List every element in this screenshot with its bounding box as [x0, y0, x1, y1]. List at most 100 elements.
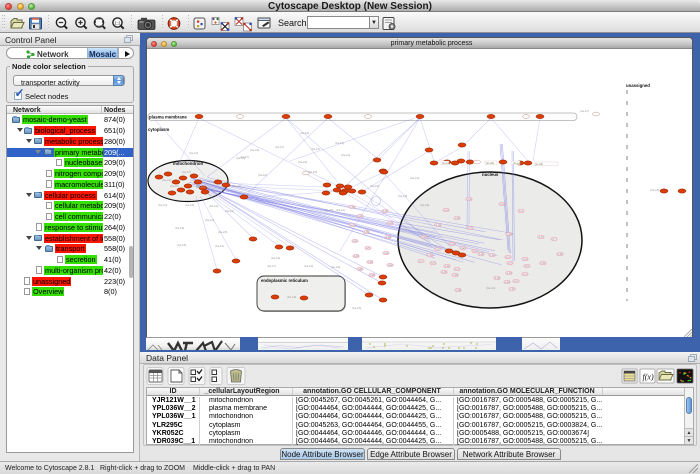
- svg-text:plasma membrane: plasma membrane: [149, 115, 187, 120]
- svg-text:(ra8): (ra8): [358, 268, 363, 271]
- svg-text:(tv6): (tv6): [431, 262, 436, 265]
- svg-text:(ra4): (ra4): [450, 243, 455, 246]
- svg-text:(Ld6): (Ld6): [368, 261, 374, 264]
- svg-text:(Ca-m6): (Ca-m6): [331, 266, 340, 269]
- svg-text:(tv6): (tv6): [468, 227, 473, 230]
- svg-text:(Ca-m4): (Ca-m4): [209, 205, 218, 208]
- svg-text:(tv6): (tv6): [525, 265, 530, 268]
- svg-text:(Ld2): (Ld2): [558, 253, 564, 256]
- svg-text:(tv6): (tv6): [514, 280, 519, 283]
- svg-text:(ra2): (ra2): [384, 252, 389, 255]
- svg-text:(Ld3): (Ld3): [442, 271, 448, 274]
- svg-text:(tv4): (tv4): [506, 256, 511, 259]
- svg-text:(ra9): (ra9): [388, 264, 393, 267]
- svg-text:(Ca-m3): (Ca-m3): [486, 287, 495, 290]
- svg-text:(st-a1): (st-a1): [442, 161, 450, 165]
- svg-text:(Ca-m7): (Ca-m7): [275, 146, 284, 149]
- svg-text:(Ca-m5): (Ca-m5): [218, 231, 227, 234]
- svg-text:(st-a1): (st-a1): [513, 161, 521, 165]
- svg-text:(Ca-m1): (Ca-m1): [335, 142, 344, 145]
- svg-text:(Ld7): (Ld7): [539, 236, 545, 239]
- svg-text:(ra3): (ra3): [388, 222, 393, 225]
- svg-text:1:1: 1:1: [114, 21, 121, 26]
- svg-text:(ra4): (ra4): [444, 209, 449, 212]
- svg-text:endoplasmic reticulum: endoplasmic reticulum: [261, 278, 308, 283]
- svg-text:(mf9): (mf9): [507, 233, 513, 236]
- svg-text:(tv3): (tv3): [523, 273, 528, 276]
- svg-text:(Ld4): (Ld4): [479, 253, 485, 256]
- svg-text:(Ld2): (Ld2): [505, 281, 511, 284]
- svg-text:(Ld4): (Ld4): [383, 210, 389, 213]
- svg-text:(ra4): (ra4): [500, 203, 505, 206]
- svg-text:(ra6): (ra6): [473, 250, 478, 253]
- svg-text:unassigned: unassigned: [626, 83, 650, 88]
- svg-text:(Ca-m6): (Ca-m6): [352, 307, 361, 310]
- svg-text:f(x): f(x): [643, 373, 654, 382]
- svg-text:(tv8): (tv8): [353, 240, 358, 243]
- svg-text:(mf4): (mf4): [455, 217, 461, 220]
- svg-text:(Ca-m4): (Ca-m4): [232, 185, 241, 188]
- svg-text:(mf3): (mf3): [453, 274, 459, 277]
- svg-text:(ra4): (ra4): [523, 258, 528, 261]
- svg-text:(mf4): (mf4): [428, 254, 434, 257]
- svg-text:(Ca-m9): (Ca-m9): [650, 189, 659, 192]
- svg-text:(ra8): (ra8): [422, 236, 427, 239]
- svg-text:cytoplasm: cytoplasm: [148, 127, 169, 132]
- svg-text:(Ca-m8): (Ca-m8): [398, 195, 407, 198]
- svg-text:(mf7): (mf7): [510, 288, 516, 291]
- svg-text:(tv4): (tv4): [519, 210, 524, 213]
- svg-text:(Ca-m2): (Ca-m2): [162, 179, 171, 182]
- svg-text:(Ca-m3): (Ca-m3): [236, 157, 245, 160]
- svg-text:(mf5): (mf5): [350, 206, 356, 209]
- svg-text:(tv2): (tv2): [350, 224, 355, 227]
- svg-text:(tv1): (tv1): [419, 260, 424, 263]
- svg-text:(Ca-m5): (Ca-m5): [177, 244, 186, 247]
- svg-text:(Ca-m4): (Ca-m4): [341, 154, 350, 157]
- svg-text:(ra3): (ra3): [467, 198, 472, 201]
- svg-text:(tv5): (tv5): [366, 247, 371, 250]
- svg-text:(Ca-m3): (Ca-m3): [410, 177, 419, 180]
- svg-text:nucleus: nucleus: [482, 172, 499, 177]
- svg-text:(Ca-m1): (Ca-m1): [225, 210, 234, 213]
- svg-text:(Ca-m4): (Ca-m4): [185, 204, 194, 207]
- svg-text:(Ca-m3): (Ca-m3): [308, 171, 317, 174]
- svg-text:(Ca-m7): (Ca-m7): [196, 186, 205, 189]
- svg-text:(Ld8): (Ld8): [364, 231, 370, 234]
- svg-text:(tv4): (tv4): [455, 268, 460, 271]
- svg-text:(Ca-m9): (Ca-m9): [324, 209, 333, 212]
- svg-text:(Ld6): (Ld6): [495, 277, 501, 280]
- svg-text:(Ca-m3): (Ca-m3): [205, 219, 214, 222]
- svg-text:(Ca-m7): (Ca-m7): [267, 265, 276, 268]
- svg-text:(Ld9): (Ld9): [386, 236, 392, 239]
- svg-text:(Ca-m8): (Ca-m8): [175, 227, 184, 230]
- svg-text:(mf7): (mf7): [436, 248, 442, 251]
- svg-text:(ra8): (ra8): [461, 247, 466, 250]
- svg-text:(Ca-m7): (Ca-m7): [170, 185, 179, 188]
- svg-text:(Ca-m8): (Ca-m8): [250, 149, 259, 152]
- svg-text:(Ca-m1): (Ca-m1): [336, 209, 345, 212]
- svg-text:(Ld3): (Ld3): [354, 255, 360, 258]
- svg-text:(tv7): (tv7): [552, 238, 557, 241]
- svg-text:(Ca-m3): (Ca-m3): [271, 257, 280, 260]
- svg-text:(Ca-m7): (Ca-m7): [182, 171, 191, 174]
- svg-text:(Ca-m7): (Ca-m7): [311, 148, 320, 151]
- svg-text:(st-a3): (st-a3): [535, 162, 543, 166]
- svg-text:mitochondrion: mitochondrion: [173, 161, 203, 166]
- svg-text:(Ca-m2): (Ca-m2): [258, 174, 267, 177]
- svg-text:(mf1): (mf1): [541, 262, 547, 265]
- svg-text:(tv3): (tv3): [508, 262, 513, 265]
- svg-text:(st-a2): (st-a2): [486, 161, 494, 165]
- svg-text:(Ca-m6): (Ca-m6): [420, 204, 429, 207]
- svg-text:(mf9): (mf9): [370, 274, 376, 277]
- svg-text:(Ca-m8): (Ca-m8): [287, 296, 296, 299]
- svg-text:(Ca-m2): (Ca-m2): [189, 152, 198, 155]
- svg-text:(Ca-m3): (Ca-m3): [158, 204, 167, 207]
- svg-text:(Ld4): (Ld4): [490, 254, 496, 257]
- svg-text:(Ld1): (Ld1): [436, 224, 442, 227]
- svg-text:(mf9): (mf9): [456, 289, 462, 292]
- svg-text:(Ld2): (Ld2): [445, 265, 451, 268]
- svg-text:(Ld3): (Ld3): [507, 272, 513, 275]
- svg-text:(Ca-m1): (Ca-m1): [215, 245, 224, 248]
- svg-text:(Ca-m6): (Ca-m6): [298, 161, 307, 164]
- svg-text:(Ca-m2): (Ca-m2): [370, 185, 379, 188]
